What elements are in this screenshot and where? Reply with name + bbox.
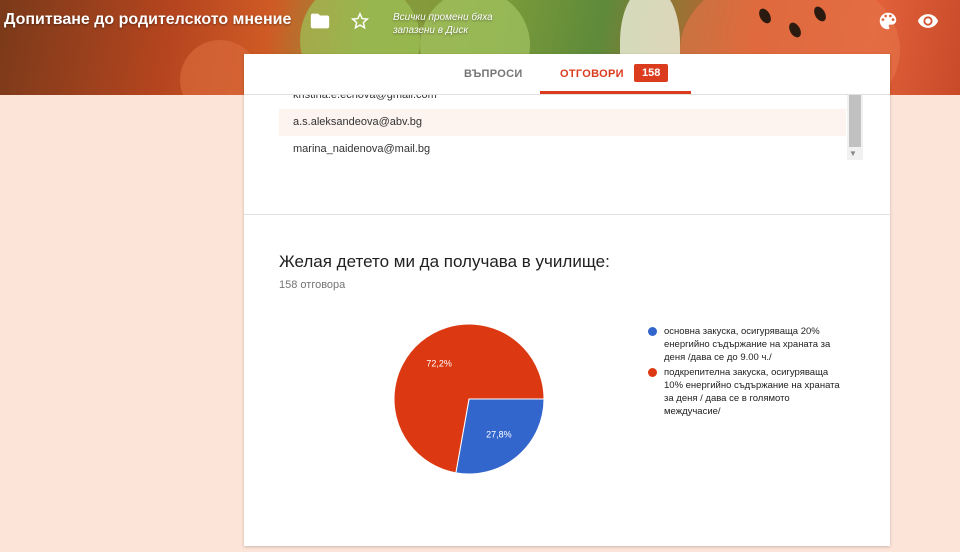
preview-eye-icon[interactable] <box>917 10 939 32</box>
pie-value-label: 27,8% <box>486 430 512 440</box>
responses-count-badge: 158 <box>634 64 669 82</box>
form-title[interactable]: Допитване до родителското мнение <box>4 11 291 29</box>
palette-icon[interactable] <box>877 10 899 32</box>
question-response-count: 158 отговора <box>279 279 346 291</box>
legend-item-snack[interactable]: подкрепителна закуска, осигуряваща 10% е… <box>648 366 848 418</box>
tab-responses[interactable]: ОТГОВОРИ <box>560 68 624 80</box>
pie-value-label: 72,2% <box>426 358 452 368</box>
list-item: marina_naidenova@mail.bg <box>293 143 431 155</box>
divider <box>244 214 890 215</box>
legend-swatch-blue <box>648 327 657 336</box>
question-title: Желая детето ми да получава в училище: <box>279 252 610 271</box>
star-icon[interactable] <box>349 10 371 32</box>
scrollbar-thumb[interactable] <box>849 94 861 147</box>
tab-questions[interactable]: ВЪПРОСИ <box>464 68 523 80</box>
active-tab-indicator <box>540 91 691 94</box>
list-item: a.s.aleksandeova@abv.bg <box>279 109 846 136</box>
legend-swatch-red <box>648 368 657 377</box>
scroll-down-arrow[interactable]: ▼ <box>849 149 857 158</box>
pie-chart: 27,8% 72,2% <box>393 323 545 475</box>
folder-icon[interactable] <box>309 10 331 32</box>
responses-card: ВЪПРОСИ ОТГОВОРИ 158 kristina.e.echova@g… <box>244 54 890 546</box>
saved-status: Всички промени бяха запазени в Диск <box>393 12 493 36</box>
chart-legend: основна закуска, осигуряваща 20% енергий… <box>648 325 848 420</box>
legend-label: основна закуска, осигуряваща 20% енергий… <box>664 326 831 363</box>
legend-label: подкрепителна закуска, осигуряваща 10% е… <box>664 367 840 417</box>
legend-item-basic-breakfast[interactable]: основна закуска, осигуряваща 20% енергий… <box>648 325 848 364</box>
tabs-bar: ВЪПРОСИ ОТГОВОРИ 158 <box>244 54 890 95</box>
